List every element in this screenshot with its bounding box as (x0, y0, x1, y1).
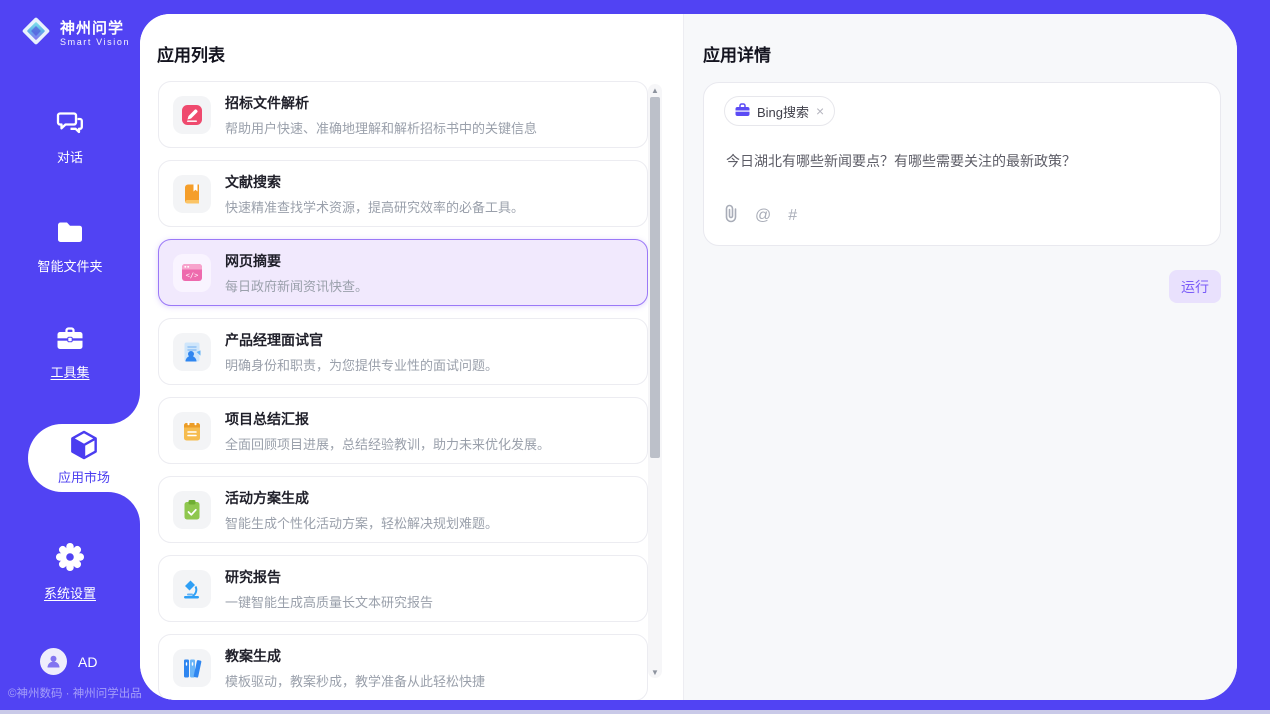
sidebar-item-label: 工具集 (50, 362, 89, 381)
app-card-title: 活动方案生成 (225, 488, 498, 508)
chat-icon (56, 110, 84, 139)
browser-code-icon: </> (173, 254, 211, 292)
brand-name: 神州问学 (60, 20, 130, 37)
app-card-desc: 每日政府新闻资讯快查。 (225, 276, 368, 295)
app-card-desc: 快速精准查找学术资源，提高研究效率的必备工具。 (225, 197, 524, 216)
app-list-title: 应用列表 (157, 41, 225, 66)
edit-square-icon (173, 96, 211, 134)
microscope-icon (173, 570, 211, 608)
scroll-down-arrow-icon[interactable]: ▼ (648, 666, 662, 678)
app-card-desc: 帮助用户快速、准确地理解和解析招标书中的关键信息 (225, 118, 537, 137)
app-card-desc: 模板驱动，教案秒成，教学准备从此轻松快捷 (225, 671, 485, 690)
attachment-toolbar: @ # (724, 204, 797, 228)
sidebar-item-smart-folder[interactable]: 智能文件夹 (0, 221, 140, 275)
toolbox-icon (56, 327, 84, 354)
app-detail-section: 应用详情 Bing搜索 × 今日湖北有哪些新闻要点？有哪些需要关注的最新政策？ (683, 14, 1237, 700)
app-card-desc: 全面回顾项目进展，总结经验教训，助力未来优化发展。 (225, 434, 550, 453)
diamond-logo-icon (18, 13, 54, 54)
brand-tagline: Smart Vision (60, 37, 130, 47)
app-card-title: 项目总结汇报 (225, 409, 550, 429)
scroll-up-arrow-icon[interactable]: ▲ (648, 84, 662, 96)
prompt-text[interactable]: 今日湖北有哪些新闻要点？有哪些需要关注的最新政策？ (726, 151, 1202, 171)
app-card-lesson-plan[interactable]: 教案生成 模板驱动，教案秒成，教学准备从此轻松快捷 (158, 634, 648, 700)
hash-icon[interactable]: # (788, 207, 797, 225)
avatar (40, 648, 67, 675)
cube-icon (70, 430, 98, 463)
app-card-desc: 智能生成个性化活动方案，轻松解决规划难题。 (225, 513, 498, 532)
bottom-edge-line (0, 710, 1270, 714)
sidebar-item-label: 智能文件夹 (37, 256, 102, 275)
app-card-list: 招标文件解析 帮助用户快速、准确地理解和解析招标书中的关键信息 文献搜索 快速精… (158, 81, 648, 700)
at-sign-icon[interactable]: @ (755, 207, 771, 225)
app-detail-title: 应用详情 (703, 41, 771, 66)
app-card-title: 招标文件解析 (225, 93, 537, 113)
sidebar-item-label: 应用市场 (58, 467, 110, 486)
sidebar-item-app-market[interactable]: 应用市场 (28, 424, 140, 492)
paperclip-icon[interactable] (724, 204, 738, 228)
app-card-title: 教案生成 (225, 646, 485, 666)
tool-tag-label: Bing搜索 (757, 102, 809, 121)
briefcase-icon (735, 103, 750, 120)
sidebar-item-label: 对话 (57, 147, 83, 166)
tool-tag-bing-search[interactable]: Bing搜索 × (724, 96, 835, 126)
gear-icon (55, 542, 85, 575)
notepad-icon (173, 412, 211, 450)
sidebar-item-toolset[interactable]: 工具集 (0, 327, 140, 381)
app-card-project-summary[interactable]: 项目总结汇报 全面回顾项目进展，总结经验教训，助力未来优化发展。 (158, 397, 648, 464)
brand-logo: 神州问学 Smart Vision (18, 13, 130, 54)
sidebar-item-label: 系统设置 (44, 583, 96, 602)
app-card-literature-search[interactable]: 文献搜索 快速精准查找学术资源，提高研究效率的必备工具。 (158, 160, 648, 227)
run-button[interactable]: 运行 (1169, 270, 1221, 303)
close-icon[interactable]: × (816, 104, 824, 118)
app-card-desc: 一键智能生成高质量长文本研究报告 (225, 592, 433, 611)
sidebar: 神州问学 Smart Vision 对话 智能文件夹 (0, 0, 140, 710)
sidebar-item-chat[interactable]: 对话 (0, 110, 140, 166)
scrollbar-thumb[interactable] (650, 97, 660, 458)
user-initials: AD (78, 654, 97, 670)
app-card-web-summary[interactable]: </> 网页摘要 每日政府新闻资讯快查。 (158, 239, 648, 306)
app-card-title: 研究报告 (225, 567, 433, 587)
app-card-event-plan[interactable]: 活动方案生成 智能生成个性化活动方案，轻松解决规划难题。 (158, 476, 648, 543)
user-account[interactable]: AD (40, 648, 97, 675)
app-card-pm-interviewer[interactable]: 产品经理面试官 明确身份和职责，为您提供专业性的面试问题。 (158, 318, 648, 385)
books-icon (173, 649, 211, 687)
clipboard-check-icon (173, 491, 211, 529)
app-card-bid-parse[interactable]: 招标文件解析 帮助用户快速、准确地理解和解析招标书中的关键信息 (158, 81, 648, 148)
svg-text:</>: </> (186, 272, 199, 280)
app-card-research-report[interactable]: 研究报告 一键智能生成高质量长文本研究报告 (158, 555, 648, 622)
prompt-input-card[interactable]: Bing搜索 × 今日湖北有哪些新闻要点？有哪些需要关注的最新政策？ @ # (703, 82, 1221, 246)
sidebar-item-settings[interactable]: 系统设置 (0, 542, 140, 602)
app-card-desc: 明确身份和职责，为您提供专业性的面试问题。 (225, 355, 498, 374)
app-card-title: 产品经理面试官 (225, 330, 498, 350)
tab-curve-top (108, 392, 140, 424)
app-card-title: 网页摘要 (225, 251, 368, 271)
list-scrollbar[interactable]: ▲ ▼ (648, 84, 662, 678)
app-list-section: 应用列表 招标文件解析 帮助用户快速、准确地理解和解析招标书中的关键信息 (140, 14, 683, 700)
main-panel: 应用列表 招标文件解析 帮助用户快速、准确地理解和解析招标书中的关键信息 (140, 14, 1237, 700)
interviewer-icon (173, 333, 211, 371)
app-card-title: 文献搜索 (225, 172, 524, 192)
folder-icon (56, 221, 84, 248)
book-icon (173, 175, 211, 213)
copyright-footer: ©神州数码 · 神州问学出品 (8, 685, 142, 701)
tab-curve-bottom (108, 492, 140, 524)
